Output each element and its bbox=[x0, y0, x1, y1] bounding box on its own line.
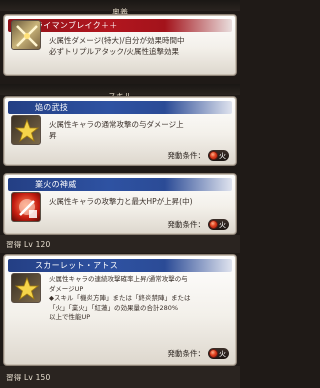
learn-level-band: 習得 Lv 120 bbox=[0, 235, 240, 253]
skill-card-1[interactable]: 焔の武技 火属性キャラの通常攻撃の与ダメージ上 昇 発動条件： 火 bbox=[3, 96, 237, 166]
skill-name: 業火の神威 bbox=[35, 180, 77, 189]
trigger-condition: 発動条件： 火 bbox=[167, 219, 229, 230]
ougi-name: ライマンブレイク＋＋ bbox=[35, 21, 118, 30]
skill-name: スカーレット・アトス bbox=[35, 261, 118, 270]
gold-star-icon bbox=[11, 115, 41, 145]
ougi-description: 火属性ダメージ(特大)/自分が効果時間中 必ずトリプルアタック/火属性追撃効果 bbox=[49, 36, 185, 56]
learn-level-label: 習得 Lv 120 bbox=[6, 240, 51, 249]
skill-card-2[interactable]: 業火の神威 火属性キャラの攻撃力と最大HPが上昇(中) 発動条件： 火 bbox=[3, 173, 237, 235]
ougi-card[interactable]: ライマンブレイク＋＋ 火属性ダメージ(特大)/自分が効果時間中 必ずトリプルアタ… bbox=[3, 14, 237, 76]
fire-element-badge: 火 bbox=[208, 150, 229, 161]
trigger-value: 火 bbox=[219, 151, 226, 160]
trigger-label: 発動条件： bbox=[167, 151, 206, 160]
fire-element-badge: 火 bbox=[208, 348, 229, 359]
trigger-value: 火 bbox=[219, 220, 226, 229]
fire-element-icon bbox=[209, 349, 218, 358]
learn-level-band: 習得 Lv 150 bbox=[0, 366, 240, 388]
skill-name: 焔の武技 bbox=[35, 103, 69, 112]
skill-title-bar: 業火の神威 bbox=[8, 178, 232, 191]
skill-title-bar: 焔の武技 bbox=[8, 101, 232, 114]
red-fire-attack-icon bbox=[11, 192, 41, 222]
trigger-condition: 発動条件： 火 bbox=[167, 150, 229, 161]
fire-element-badge: 火 bbox=[208, 219, 229, 230]
skill-description: 火属性キャラの通常攻撃の与ダメージ上 昇 bbox=[49, 120, 184, 140]
skill-title-bar: スカーレット・アトス bbox=[8, 259, 232, 272]
skill-section-header: スキル bbox=[0, 84, 240, 101]
skill-card-3[interactable]: スカーレット・アトス 火属性キャラの連続攻撃確率上昇/通常攻撃の与 ダメージUP… bbox=[3, 254, 237, 366]
trigger-condition: 発動条件： 火 bbox=[167, 348, 229, 359]
trigger-value: 火 bbox=[219, 349, 226, 358]
fire-element-icon bbox=[209, 220, 218, 229]
gold-star-icon bbox=[11, 273, 41, 303]
skill-description: 火属性キャラの攻撃力と最大HPが上昇(中) bbox=[49, 197, 193, 206]
skill-description: 火属性キャラの連続攻撃確率上昇/通常攻撃の与 ダメージUP ◆スキル「機炎方陣」… bbox=[49, 275, 191, 321]
crossed-swords-icon bbox=[11, 20, 41, 50]
learn-level-label: 習得 Lv 150 bbox=[6, 373, 51, 382]
ougi-title-bar: ライマンブレイク＋＋ bbox=[8, 19, 232, 32]
fire-element-icon bbox=[209, 151, 218, 160]
trigger-label: 発動条件： bbox=[167, 220, 206, 229]
ougi-section-header: 奥義 bbox=[0, 0, 240, 17]
trigger-label: 発動条件： bbox=[167, 349, 206, 358]
